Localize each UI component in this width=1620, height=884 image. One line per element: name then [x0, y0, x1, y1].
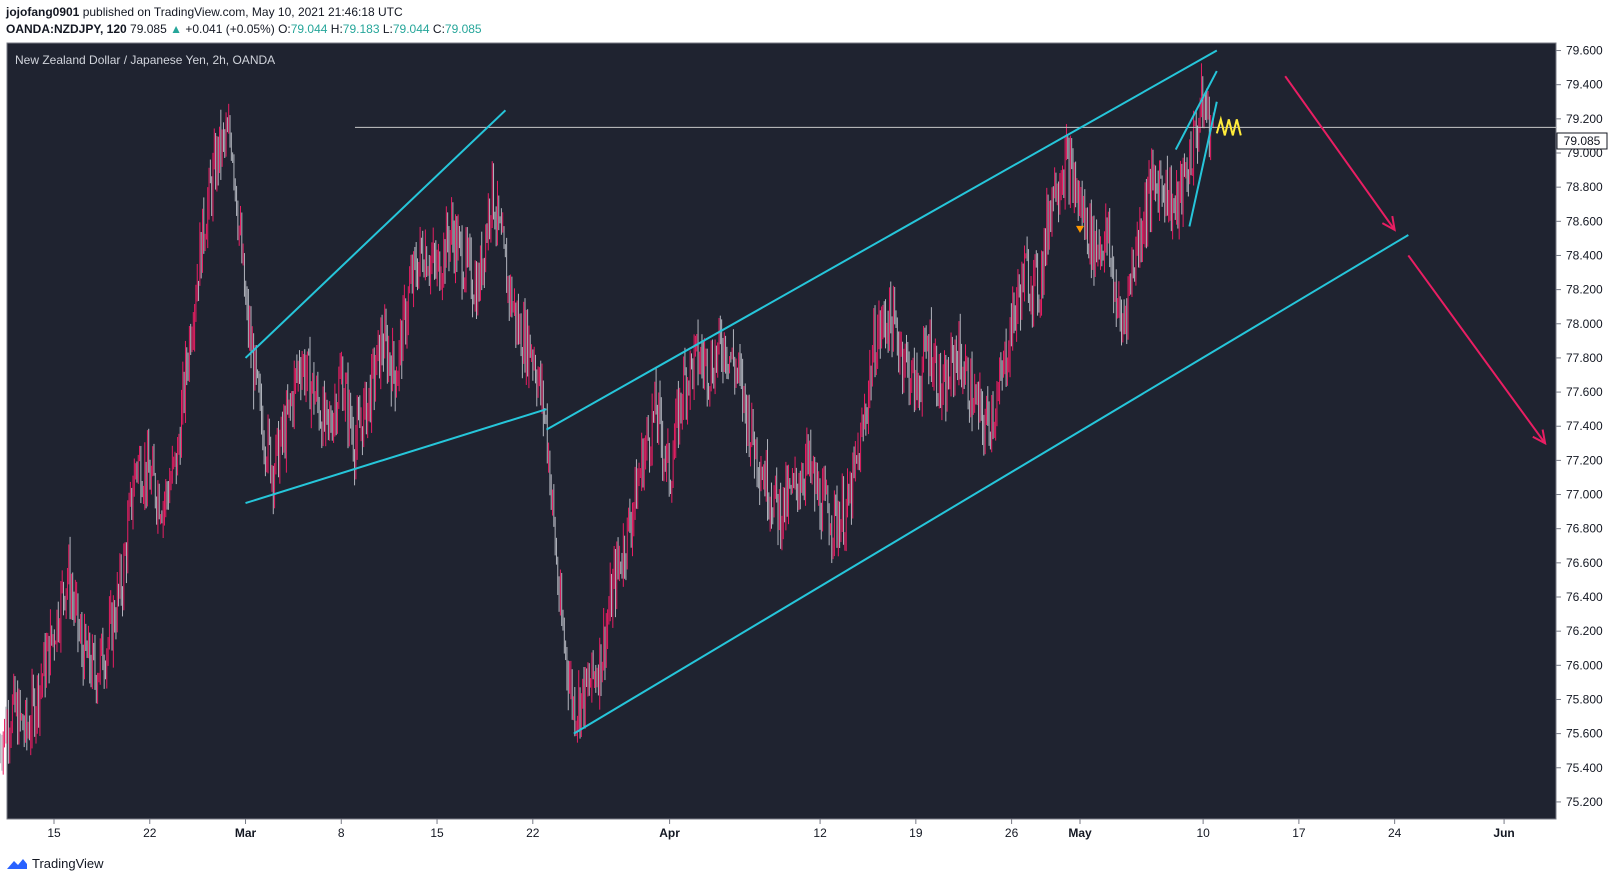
time-tick-label: Mar — [235, 826, 257, 840]
price-tick-label: 78.200 — [1566, 283, 1603, 297]
price-tick-label: 78.000 — [1566, 317, 1603, 331]
price-tick-label: 75.600 — [1566, 727, 1603, 741]
price-tick-label: 76.400 — [1566, 590, 1603, 604]
price-tick-label: 75.200 — [1566, 795, 1603, 809]
tradingview-logo-icon[interactable] — [6, 857, 28, 871]
time-tick-label: 22 — [143, 826, 157, 840]
price-tick-label: 78.400 — [1566, 248, 1603, 262]
time-tick-label: 24 — [1388, 826, 1402, 840]
time-axis[interactable]: 15 22 Mar 8 15 22 Apr 12 19 26 May 10 17 24 Jun — [47, 819, 1515, 840]
time-tick-label: 19 — [909, 826, 923, 840]
price-tick-label: 77.400 — [1566, 419, 1603, 433]
time-tick-label: 26 — [1005, 826, 1019, 840]
price-tick-label: 78.600 — [1566, 214, 1603, 228]
time-tick-label: May — [1068, 826, 1092, 840]
price-tick-label: 76.800 — [1566, 522, 1603, 536]
price-tick-label: 76.000 — [1566, 658, 1603, 672]
price-tick-label: 77.600 — [1566, 385, 1603, 399]
time-tick-label: 17 — [1292, 826, 1306, 840]
price-tick-label: 79.600 — [1566, 44, 1603, 58]
time-tick-label: 15 — [47, 826, 61, 840]
price-tick-label: 78.800 — [1566, 180, 1603, 194]
price-tick-label: 76.200 — [1566, 624, 1603, 638]
price-axis[interactable]: 75.200 75.400 75.600 75.800 76.000 76.200 76.4… — [1556, 44, 1603, 809]
chart-title: New Zealand Dollar / Japanese Yen, 2h, O… — [15, 53, 275, 67]
price-tick-label: 75.800 — [1566, 692, 1603, 706]
time-tick-label: 22 — [526, 826, 540, 840]
price-badge: 79.085 — [1556, 132, 1608, 150]
price-tick-label: 79.400 — [1566, 78, 1603, 92]
time-tick-label: Jun — [1493, 826, 1514, 840]
time-tick-label: 8 — [338, 826, 345, 840]
price-tick-label: 76.600 — [1566, 556, 1603, 570]
footer-brand[interactable]: TradingView — [32, 856, 104, 871]
time-tick-label: 15 — [430, 826, 444, 840]
chart-pane-background — [7, 43, 1556, 819]
footer: TradingView — [6, 856, 104, 871]
time-tick-label: 10 — [1196, 826, 1210, 840]
price-tick-label: 75.400 — [1566, 761, 1603, 775]
time-tick-label: Apr — [659, 826, 680, 840]
time-tick-label: 12 — [813, 826, 827, 840]
price-tick-label: 77.200 — [1566, 453, 1603, 467]
price-tick-label: 77.000 — [1566, 488, 1603, 502]
price-tick-label: 79.200 — [1566, 112, 1603, 126]
price-tick-label: 77.800 — [1566, 351, 1603, 365]
price-chart[interactable]: 75.200 75.400 75.600 75.800 76.000 76.200 76.4… — [0, 0, 1620, 884]
price-badge-label: 79.085 — [1564, 134, 1601, 148]
